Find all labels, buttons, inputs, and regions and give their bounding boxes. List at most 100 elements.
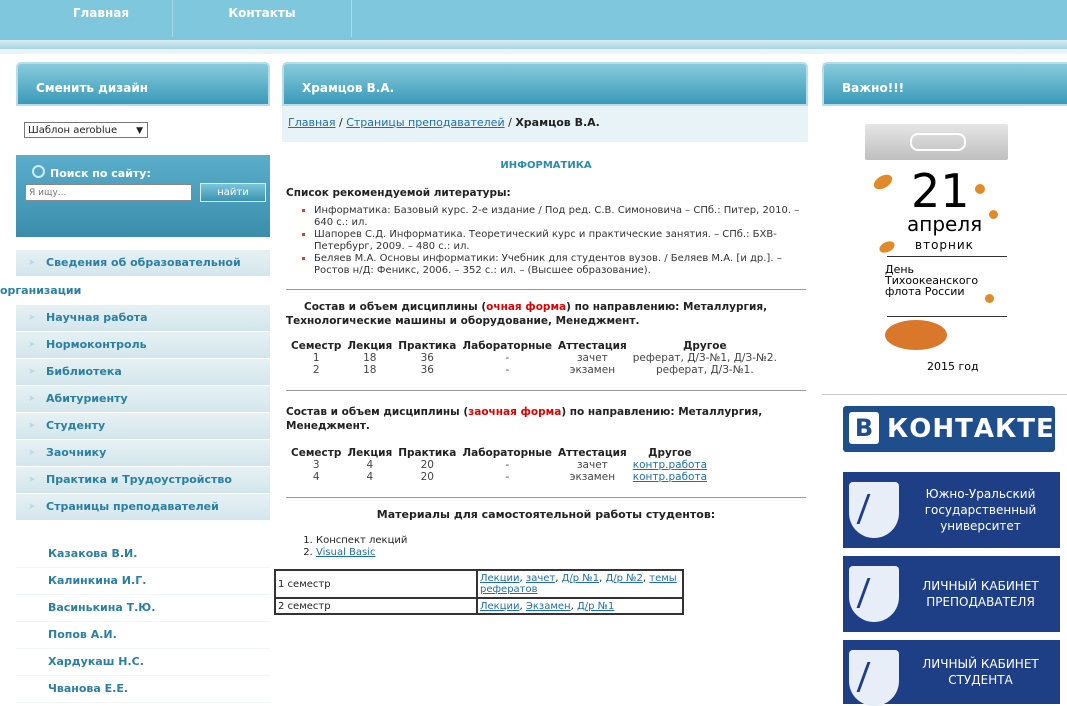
col-header: Семестр: [291, 340, 342, 352]
sidebar-item-label: Научная работа: [46, 311, 148, 324]
content-header: Храмцов В.А.: [282, 62, 808, 106]
arrow-icon: ➤: [28, 475, 36, 485]
col-header: Лабораторные: [462, 340, 553, 352]
cell: 1 семестр: [274, 569, 478, 599]
col-header: Аттестация: [558, 340, 627, 352]
search-input[interactable]: [25, 184, 192, 201]
calendar-year: 2015 год: [927, 360, 979, 373]
sidebar-item-library[interactable]: ➤ Библиотека: [16, 359, 270, 386]
col-header: Лекция: [347, 340, 393, 352]
sidebar-item-org-info[interactable]: ➤ Сведения об образовательной: [16, 250, 270, 277]
lectures-link[interactable]: Лекции: [480, 573, 520, 584]
cell: 2: [312, 364, 320, 376]
banner-text: ЛИЧНЫЙ КАБИНЕТ СТУДЕНТА: [922, 657, 1039, 687]
important-title: Важно!!!: [842, 81, 905, 95]
student-cabinet-banner[interactable]: ЛИЧНЫЙ КАБИНЕТ СТУДЕНТА: [843, 640, 1060, 706]
full-time-table: Семестр Лекция Практика Лабораторные Атт…: [288, 340, 780, 376]
cell: зачет: [576, 459, 608, 471]
breadcrumb-home[interactable]: Главная: [288, 116, 336, 129]
berry-icon: [985, 294, 994, 303]
list-item: Конспект лекций: [316, 535, 806, 547]
heading-text: Состав и объем дисциплины (: [286, 406, 469, 418]
arrow-icon: ➤: [28, 340, 36, 350]
sidebar-item-label: Практика и Трудоустройство: [46, 473, 232, 486]
university-logo-icon: [849, 650, 899, 706]
divider: [286, 390, 806, 391]
design-title: Сменить дизайн: [36, 81, 149, 95]
cell: -: [505, 364, 510, 376]
sidebar-item-extramural[interactable]: ➤ Заочнику: [16, 440, 270, 467]
cell: 4: [366, 459, 374, 471]
exam-link[interactable]: Экзамен: [526, 601, 571, 612]
teacher-link[interactable]: Васинькина Т.Ю.: [16, 595, 270, 622]
sidebar-item-teachers[interactable]: ➤ Страницы преподавателей: [16, 494, 270, 521]
berry-icon: [989, 210, 998, 219]
calendar-month: апреля: [907, 212, 983, 236]
sidebar-item-org-info-cont[interactable]: организации: [0, 277, 270, 305]
cell: экзамен: [569, 471, 616, 483]
homework-2-link[interactable]: Д/р №2: [605, 573, 642, 584]
cell: 18: [363, 364, 377, 376]
sidebar-item-research[interactable]: ➤ Научная работа: [16, 305, 270, 332]
search-icon: [32, 165, 45, 178]
teacher-cabinet-banner[interactable]: ЛИЧНЫЙ КАБИНЕТ ПРЕПОДАВАТЕЛЯ: [843, 556, 1060, 632]
col-header: Практика: [398, 340, 457, 352]
search-panel: Поиск по сайту: найти: [16, 155, 270, 237]
control-work-link[interactable]: контр.работа: [633, 459, 707, 471]
teacher-link[interactable]: Казакова В.И.: [16, 541, 270, 568]
breadcrumb-teachers[interactable]: Страницы преподавателей: [346, 116, 504, 129]
sidebar-item-students[interactable]: ➤ Студенту: [16, 413, 270, 440]
table-row: 4 4 20 - экзамен контр.работа: [288, 471, 710, 483]
chevron-down-icon: ▼: [136, 126, 143, 136]
homework-1-link[interactable]: Д/р №1: [562, 573, 599, 584]
divider: [286, 497, 806, 498]
cell: 4: [312, 471, 320, 483]
table-row: 2 семестр Лекции, Экзамен, Д/р №1: [274, 597, 684, 615]
cell: реферат, Д/З-№1, Д/З-№2.: [632, 352, 777, 364]
sidebar-item-normcontrol[interactable]: ➤ Нормоконтроль: [16, 332, 270, 359]
subject-title: ИНФОРМАТИКА: [500, 160, 592, 171]
list-item: Беляев М.А. Основы информатики: Учебник …: [314, 253, 806, 277]
breadcrumb-sep: /: [504, 116, 516, 129]
credit-link[interactable]: зачет: [526, 573, 555, 584]
sidebar-item-practice[interactable]: ➤ Практика и Трудоустройство: [16, 467, 270, 494]
form-highlight: заочная форма: [468, 406, 562, 418]
teacher-link[interactable]: Хардукаш Н.С.: [16, 649, 270, 676]
form-highlight: очная форма: [486, 301, 567, 313]
top-nav: Главная Контакты: [0, 0, 1067, 40]
search-title: Поиск по сайту:: [50, 167, 151, 180]
nav-home[interactable]: Главная: [30, 0, 173, 37]
cell: 18: [363, 352, 377, 364]
col-header: Лекция: [347, 447, 393, 459]
sidebar-item-label: Заочнику: [46, 446, 107, 459]
table-header: Семестр Лекция Практика Лабораторные Атт…: [288, 447, 710, 459]
template-select[interactable]: Шаблон aeroblue ▼: [24, 122, 148, 138]
col-header: Другое: [683, 340, 727, 352]
full-time-heading: Состав и объем дисциплины (очная форма) …: [286, 300, 806, 328]
table-row: 1 18 36 - зачет реферат, Д/З-№1, Д/З-№2.: [288, 352, 780, 364]
heading-text: Состав и объем дисциплины (: [304, 301, 487, 313]
lectures-link[interactable]: Лекции: [480, 601, 520, 612]
susu-banner[interactable]: Южно-Уральский государственный университ…: [843, 472, 1060, 548]
calendar-line: [887, 256, 1007, 257]
literature-title: Список рекомендуемой литературы:: [286, 187, 511, 199]
homework-1-link[interactable]: Д/р №1: [577, 601, 614, 612]
teachers-submenu: Казакова В.И. Калинкина И.Г. Васинькина …: [16, 541, 270, 703]
cell: -: [505, 459, 510, 471]
search-button[interactable]: найти: [200, 183, 266, 202]
sidebar-item-applicants[interactable]: ➤ Абитуриенту: [16, 386, 270, 413]
cell: -: [505, 471, 510, 483]
col-header: Практика: [398, 447, 457, 459]
control-work-link[interactable]: контр.работа: [633, 471, 707, 483]
visual-basic-link[interactable]: Visual Basic: [316, 547, 376, 558]
teacher-link[interactable]: Чванова Е.Е.: [16, 676, 270, 703]
teacher-link[interactable]: Калинкина И.Г.: [16, 568, 270, 595]
teacher-link[interactable]: Попов А.И.: [16, 622, 270, 649]
vk-banner[interactable]: B КОНТАКТЕ: [843, 406, 1055, 452]
sidebar-item-label: Страницы преподавателей: [46, 500, 219, 513]
cell: контр.работа: [630, 459, 710, 471]
materials-list: Конспект лекций Visual Basic: [286, 535, 806, 559]
arrow-icon: ➤: [28, 502, 36, 512]
arrow-icon: ➤: [28, 367, 36, 377]
nav-contacts[interactable]: Контакты: [173, 0, 352, 37]
